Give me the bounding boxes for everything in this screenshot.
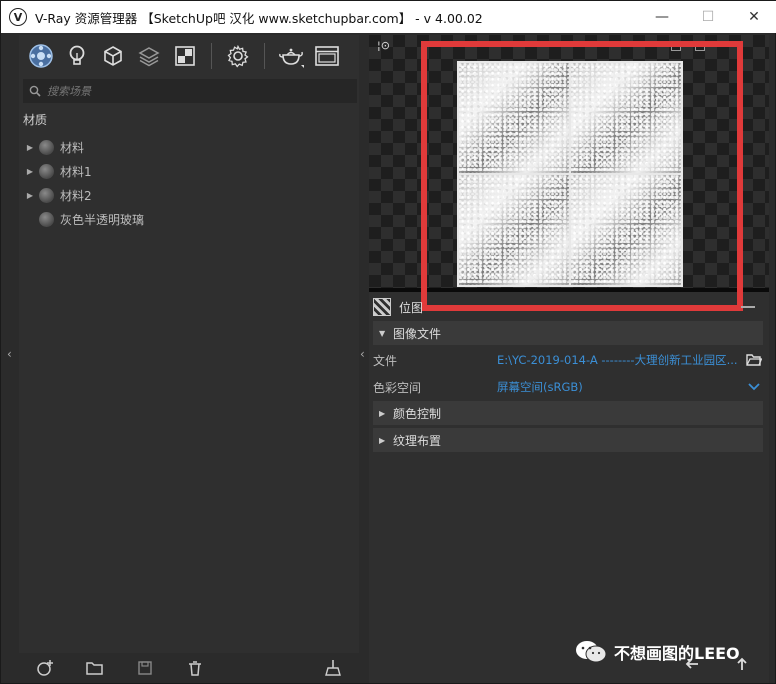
- list-item[interactable]: 灰色半透明玻璃: [23, 207, 353, 231]
- expand-arrow-icon[interactable]: ▶: [23, 143, 37, 152]
- colorspace-row: 色彩空间 屏幕空间(sRGB): [373, 375, 765, 399]
- materials-section-title: 材质: [23, 113, 48, 127]
- folder-icon[interactable]: [745, 351, 763, 369]
- toolbar-separator: [264, 43, 265, 69]
- lights-icon[interactable]: [61, 40, 93, 72]
- layers-icon[interactable]: [133, 40, 165, 72]
- maximize-button[interactable]: ☐: [685, 1, 731, 33]
- colorspace-label: 色彩空间: [373, 380, 422, 395]
- vray-logo-icon: V: [9, 8, 27, 26]
- panel-splitter[interactable]: ‹: [359, 35, 369, 683]
- toolbar-separator: [211, 43, 212, 69]
- image-file-group[interactable]: ▼ 图像文件: [373, 321, 763, 345]
- group-label: 纹理布置: [393, 433, 442, 448]
- search-box[interactable]: 搜索场景: [23, 79, 357, 103]
- material-label[interactable]: 材料1: [60, 163, 92, 180]
- expand-arrow-icon[interactable]: ▶: [379, 409, 391, 418]
- add-asset-icon[interactable]: [35, 658, 55, 678]
- group-label: 图像文件: [393, 326, 442, 341]
- left-collapse-bar[interactable]: ‹: [1, 35, 19, 683]
- material-preview-icon: [39, 187, 54, 203]
- asset-list-panel: 搜索场景 材质 ▶ 材料 ▶ 材料1 ▶ 材料2 灰色半透明玻璃: [19, 35, 359, 653]
- bitmap-icon: [373, 298, 391, 316]
- material-label[interactable]: 材料2: [60, 187, 92, 204]
- materials-list: ▶ 材料 ▶ 材料1 ▶ 材料2 灰色半透明玻璃: [23, 135, 353, 231]
- list-item[interactable]: ▶ 材料1: [23, 159, 353, 183]
- material-label[interactable]: 材料: [60, 139, 84, 156]
- material-label[interactable]: 灰色半透明玻璃: [60, 211, 144, 228]
- list-item[interactable]: ▶ 材料2: [23, 183, 353, 207]
- colorspace-select[interactable]: 屏幕空间(sRGB): [497, 379, 737, 395]
- asset-properties-panel: ¦⊙ 位图 ▼ 图像文件 文件 E:\YC-2019-014-A -------…: [369, 35, 769, 683]
- arrow-left-icon[interactable]: [683, 655, 701, 673]
- purge-broom-icon[interactable]: [323, 658, 343, 678]
- asset-actions-toolbar: [19, 653, 359, 683]
- group-label: 颜色控制: [393, 406, 442, 421]
- bitmap-title: 位图: [399, 300, 424, 315]
- watermark: 不想画图的LEEO: [574, 639, 740, 665]
- expand-arrow-icon[interactable]: ▶: [379, 436, 391, 445]
- file-label: 文件: [373, 353, 398, 368]
- minimize-button[interactable]: —: [639, 1, 685, 33]
- search-placeholder[interactable]: 搜索场景: [47, 83, 91, 99]
- arrow-up-icon[interactable]: [733, 655, 751, 673]
- frame-buffer-icon[interactable]: [311, 40, 343, 72]
- chevron-left-icon[interactable]: ‹: [360, 347, 365, 361]
- delete-icon[interactable]: [185, 658, 205, 678]
- file-path-value[interactable]: E:\YC-2019-014-A --------大理创新工业园区...: [497, 352, 737, 368]
- materials-icon[interactable]: [25, 40, 57, 72]
- wechat-logo-icon: [574, 639, 608, 665]
- material-preview-icon: [39, 163, 54, 179]
- teapot-render-icon[interactable]: [275, 40, 307, 72]
- window-title: V-Ray 资源管理器 【SketchUp吧 汉化 www.sketchupba…: [35, 10, 483, 26]
- asset-category-toolbar: [19, 35, 359, 77]
- vray-asset-editor-window: V V-Ray 资源管理器 【SketchUp吧 汉化 www.sketchup…: [0, 0, 776, 684]
- expand-arrow-icon[interactable]: ▶: [23, 167, 37, 176]
- material-preview-icon: [39, 211, 54, 227]
- geometry-icon[interactable]: [97, 40, 129, 72]
- expand-arrow-icon[interactable]: ▶: [23, 191, 37, 200]
- window-controls: — ☐ ✕: [639, 1, 776, 33]
- material-preview-icon: [39, 139, 54, 155]
- collapse-line-icon[interactable]: [741, 306, 755, 308]
- settings-icon[interactable]: [222, 40, 254, 72]
- bitmap-header: 位图: [369, 293, 769, 321]
- open-folder-icon[interactable]: [85, 658, 105, 678]
- expand-arrow-icon[interactable]: ▼: [379, 329, 391, 338]
- texture-placement-group[interactable]: ▶ 纹理布置: [373, 428, 763, 452]
- close-button[interactable]: ✕: [731, 1, 776, 33]
- file-row: 文件 E:\YC-2019-014-A --------大理创新工业园区...: [373, 348, 765, 372]
- title-bar: V V-Ray 资源管理器 【SketchUp吧 汉化 www.sketchup…: [1, 1, 776, 33]
- search-icon: [29, 85, 41, 97]
- chevron-left-icon[interactable]: ‹: [7, 347, 12, 361]
- list-item[interactable]: ▶ 材料: [23, 135, 353, 159]
- preview-swatch-toggle-icon[interactable]: ¦⊙: [377, 39, 390, 52]
- red-highlight-box: [421, 41, 743, 311]
- chevron-down-icon[interactable]: [745, 378, 763, 396]
- save-icon[interactable]: [135, 658, 155, 678]
- color-control-group[interactable]: ▶ 颜色控制: [373, 401, 763, 425]
- watermark-text: 不想画图的LEEO: [614, 644, 740, 663]
- textures-icon[interactable]: [169, 40, 201, 72]
